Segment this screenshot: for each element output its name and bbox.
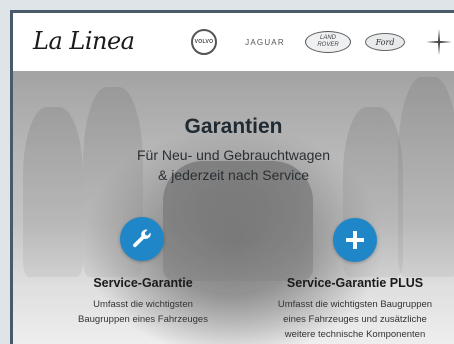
desc-line: Umfasst die wichtigsten Baugruppen — [277, 299, 433, 310]
desc-line: Baugruppen eines Fahrzeuges — [78, 314, 208, 325]
service-garantie-plus-description: Umfasst die wichtigsten Baugruppen eines… — [245, 297, 454, 342]
volvo-emblem: VOLVO — [191, 29, 217, 55]
land-rover-logo[interactable]: LAND ROVER — [303, 13, 353, 71]
service-garantie-title[interactable]: Service-Garantie — [53, 276, 233, 290]
service-garantie-button[interactable] — [120, 217, 164, 261]
jaguar-logo[interactable]: JAGUAR — [235, 13, 295, 71]
land-rover-emblem: LAND ROVER — [305, 31, 351, 53]
polestar-star-icon — [426, 29, 452, 55]
subtitle-line2: & jederzeit nach Service — [158, 167, 309, 183]
desc-line: eines Fahrzeuges und zusätzliche — [283, 314, 427, 325]
ford-logo[interactable]: Ford — [363, 13, 407, 71]
site-header: La Linea VOLVO JAGUAR LAND ROVER Ford — [13, 13, 454, 71]
land-rover-line1: LAND — [319, 35, 336, 41]
volvo-logo[interactable]: VOLVO — [189, 13, 219, 71]
service-garantie-description: Umfasst die wichtigsten Baugruppen eines… — [53, 297, 233, 327]
wrench-icon — [133, 229, 151, 248]
service-garantie-plus-button[interactable] — [333, 218, 377, 262]
service-garantie-plus-title[interactable]: Service-Garantie PLUS — [265, 276, 445, 290]
page-title: Garantien — [184, 115, 283, 138]
page-subtitle: Für Neu- und Gebrauchtwagen & jederzeit … — [13, 145, 454, 185]
land-rover-line2: ROVER — [317, 42, 339, 48]
ford-emblem: Ford — [365, 33, 405, 51]
page-frame: La Linea VOLVO JAGUAR LAND ROVER Ford Ga… — [10, 10, 454, 344]
polestar-logo[interactable] — [421, 13, 454, 71]
plus-icon — [346, 231, 364, 249]
desc-line: weitere technische Komponenten — [284, 329, 426, 340]
subtitle-line1: Für Neu- und Gebrauchtwagen — [137, 147, 330, 163]
hero-section: Garantien Für Neu- und Gebrauchtwagen & … — [13, 71, 454, 344]
desc-line: Umfasst die wichtigsten — [93, 299, 193, 310]
la-linea-logo[interactable]: La Linea — [33, 27, 135, 55]
